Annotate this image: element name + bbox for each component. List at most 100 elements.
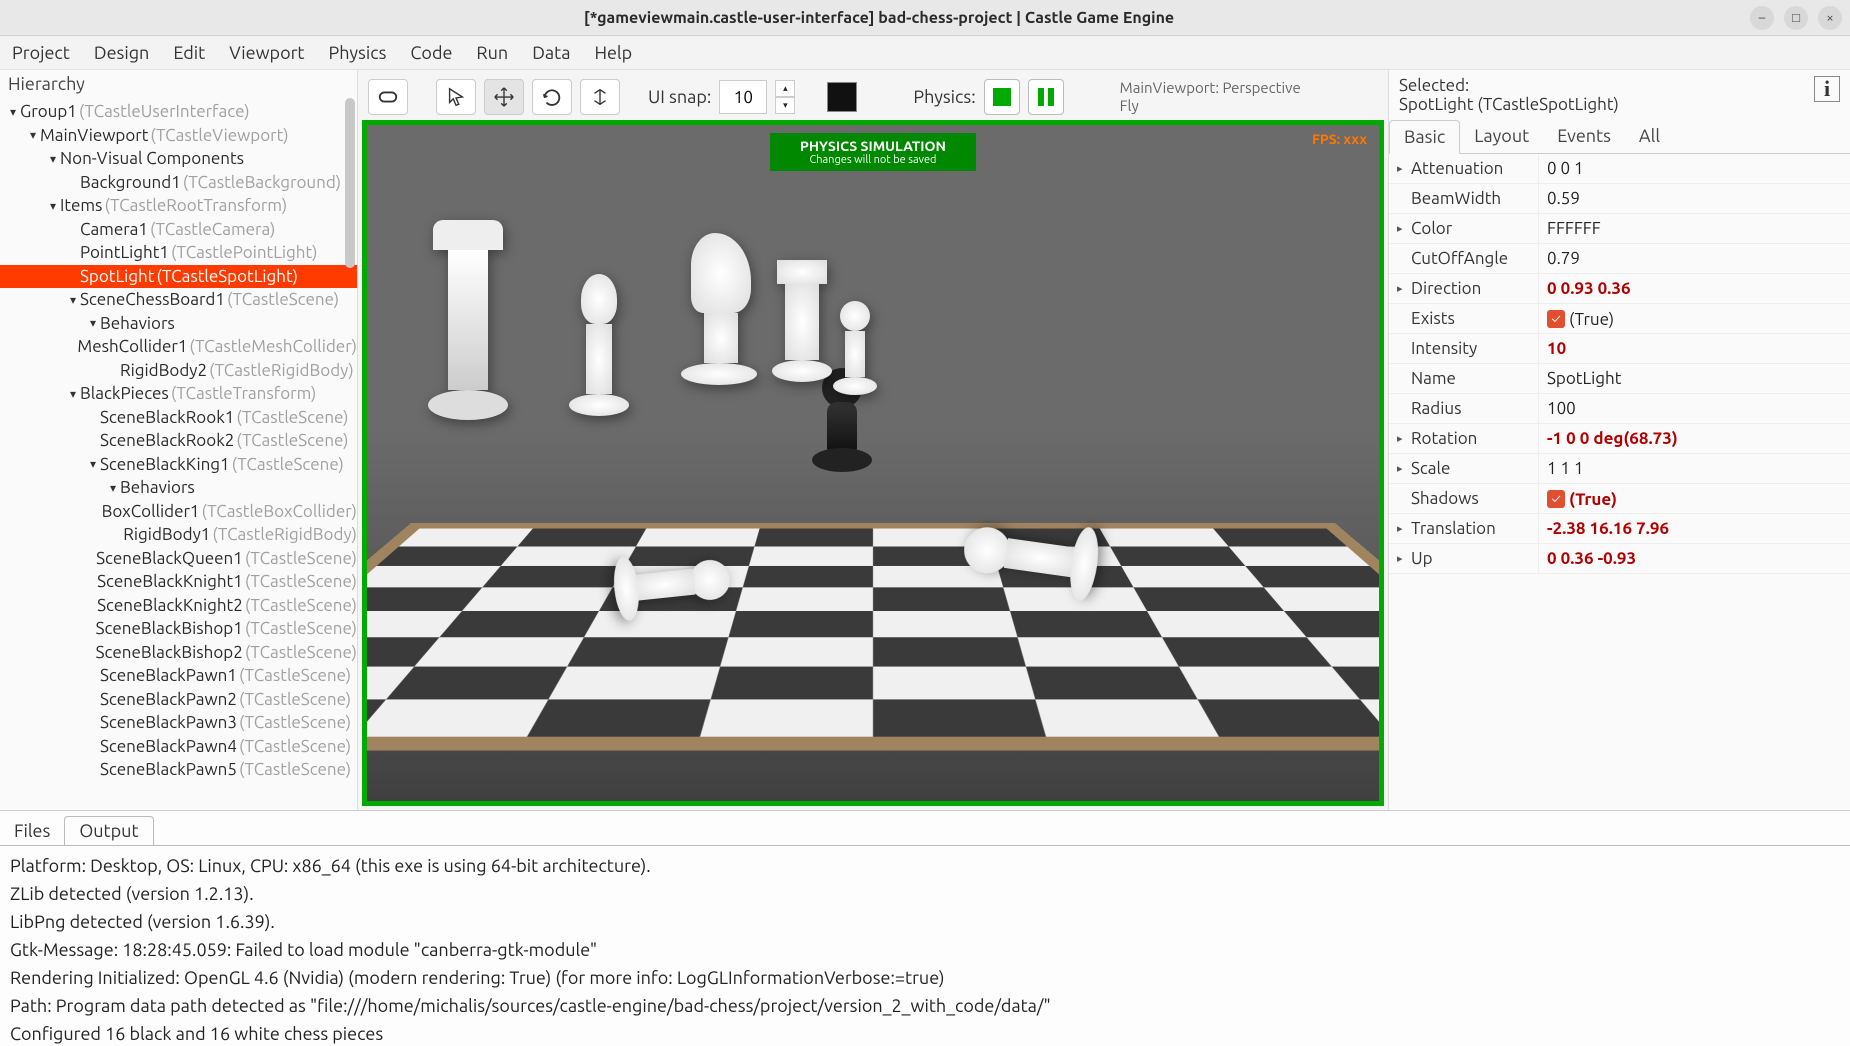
- menu-code[interactable]: Code: [410, 43, 452, 63]
- menu-data[interactable]: Data: [532, 43, 570, 63]
- prop-radius[interactable]: Radius100: [1389, 394, 1850, 424]
- tree-item-sceneblackknight2[interactable]: SceneBlackKnight2 (TCastleScene): [0, 594, 357, 618]
- bottom-tab-output[interactable]: Output: [64, 816, 153, 846]
- bottom-tabs: FilesOutput: [0, 811, 1850, 845]
- tree-item-sceneblackpawn5[interactable]: SceneBlackPawn5 (TCastleScene): [0, 758, 357, 782]
- white-pawn-piece: [833, 301, 877, 401]
- tree-item-background1[interactable]: Background1 (TCastleBackground): [0, 171, 357, 195]
- rotate-tool-button[interactable]: [532, 79, 572, 115]
- prop-cutoffangle[interactable]: CutOffAngle0.79: [1389, 244, 1850, 274]
- ui-snap-input[interactable]: [719, 80, 767, 114]
- prop-name[interactable]: NameSpotLight: [1389, 364, 1850, 394]
- selected-value: SpotLight (TCastleSpotLight): [1399, 95, 1814, 114]
- move-tool-button[interactable]: [484, 79, 524, 115]
- selected-label: Selected:: [1399, 76, 1814, 95]
- menu-physics[interactable]: Physics: [329, 43, 387, 63]
- tree-item-sceneblackrook1[interactable]: SceneBlackRook1 (TCastleScene): [0, 406, 357, 430]
- selection-rect-icon: [377, 86, 399, 108]
- center-panel: UI snap: ▴▾ Physics: MainViewport: Persp…: [358, 70, 1388, 810]
- tree-item-sceneblackbishop1[interactable]: SceneBlackBishop1 (TCastleScene): [0, 617, 357, 641]
- log-line: Gtk-Message: 18:28:45.059: Failed to loa…: [10, 936, 1840, 964]
- cursor-icon: [445, 86, 467, 108]
- log-line: Path: Program data path detected as "fil…: [10, 992, 1840, 1020]
- tree-item-non-visual components[interactable]: ▾Non-Visual Components: [0, 147, 357, 171]
- inspector-tab-events[interactable]: Events: [1543, 120, 1625, 153]
- inspector-panel: Selected: SpotLight (TCastleSpotLight) i…: [1388, 70, 1850, 810]
- output-log[interactable]: Platform: Desktop, OS: Linux, CPU: x86_6…: [0, 845, 1850, 1046]
- prop-exists[interactable]: Exists✓(True): [1389, 304, 1850, 334]
- bottom-panel: FilesOutput Platform: Desktop, OS: Linux…: [0, 810, 1850, 1046]
- rotate-icon: [541, 86, 563, 108]
- viewport-3d[interactable]: PHYSICS SIMULATION Changes will not be s…: [362, 120, 1384, 806]
- tree-item-pointlight1[interactable]: PointLight1 (TCastlePointLight): [0, 241, 357, 265]
- tree-item-meshcollider1[interactable]: MeshCollider1 (TCastleMeshCollider): [0, 335, 357, 359]
- scrollbar-thumb[interactable]: [345, 98, 355, 268]
- tree-item-sceneblackqueen1[interactable]: SceneBlackQueen1 (TCastleScene): [0, 547, 357, 571]
- color-chip[interactable]: [827, 82, 857, 112]
- tree-item-sceneblackpawn3[interactable]: SceneBlackPawn3 (TCastleScene): [0, 711, 357, 735]
- inspector-tabs: BasicLayoutEventsAll: [1389, 120, 1850, 154]
- hierarchy-tree[interactable]: ▾Group1 (TCastleUserInterface)▾MainViewp…: [0, 98, 357, 784]
- property-grid: ▸Attenuation0 0 1BeamWidth0.59▸ColorFFFF…: [1389, 154, 1850, 810]
- close-button[interactable]: ×: [1818, 6, 1842, 30]
- prop-direction[interactable]: ▸Direction0 0.93 0.36: [1389, 274, 1850, 304]
- menu-edit[interactable]: Edit: [173, 43, 205, 63]
- prop-intensity[interactable]: Intensity10: [1389, 334, 1850, 364]
- bottom-tab-files[interactable]: Files: [0, 817, 64, 845]
- white-king-piece: [428, 220, 508, 420]
- prop-scale[interactable]: ▸Scale1 1 1: [1389, 454, 1850, 484]
- log-line: Rendering Initialized: OpenGL 4.6 (Nvidi…: [10, 964, 1840, 992]
- maximize-button[interactable]: □: [1784, 6, 1808, 30]
- tree-item-sceneblackrook2[interactable]: SceneBlackRook2 (TCastleScene): [0, 429, 357, 453]
- prop-translation[interactable]: ▸Translation-2.38 16.16 7.96: [1389, 514, 1850, 544]
- menu-help[interactable]: Help: [594, 43, 632, 63]
- pause-icon: [1038, 88, 1054, 106]
- simulation-banner: PHYSICS SIMULATION Changes will not be s…: [770, 133, 976, 171]
- prop-up[interactable]: ▸Up0 0.36 -0.93: [1389, 544, 1850, 574]
- tree-item-group1[interactable]: ▾Group1 (TCastleUserInterface): [0, 100, 357, 124]
- inspector-tab-basic[interactable]: Basic: [1389, 120, 1460, 154]
- inspector-tab-layout[interactable]: Layout: [1460, 120, 1543, 153]
- selection-rect-button[interactable]: [368, 79, 408, 115]
- tree-item-items[interactable]: ▾Items (TCastleRootTransform): [0, 194, 357, 218]
- info-button[interactable]: i: [1814, 76, 1840, 102]
- menu-project[interactable]: Project: [12, 43, 70, 63]
- select-tool-button[interactable]: [436, 79, 476, 115]
- prop-shadows[interactable]: Shadows✓(True): [1389, 484, 1850, 514]
- prop-color[interactable]: ▸ColorFFFFFF: [1389, 214, 1850, 244]
- tree-item-sceneblackpawn1[interactable]: SceneBlackPawn1 (TCastleScene): [0, 664, 357, 688]
- menu-design[interactable]: Design: [94, 43, 149, 63]
- tree-item-sceneblackpawn2[interactable]: SceneBlackPawn2 (TCastleScene): [0, 688, 357, 712]
- stop-icon: [993, 88, 1011, 106]
- ui-snap-spinner[interactable]: ▴▾: [775, 80, 795, 114]
- tree-item-blackpieces[interactable]: ▾BlackPieces (TCastleTransform): [0, 382, 357, 406]
- tree-item-sceneblackking1[interactable]: ▾SceneBlackKing1 (TCastleScene): [0, 453, 357, 477]
- menu-viewport[interactable]: Viewport: [229, 43, 304, 63]
- tree-item-camera1[interactable]: Camera1 (TCastleCamera): [0, 218, 357, 242]
- tree-item-sceneblackpawn4[interactable]: SceneBlackPawn4 (TCastleScene): [0, 735, 357, 759]
- inspector-tab-all[interactable]: All: [1625, 120, 1674, 153]
- prop-attenuation[interactable]: ▸Attenuation0 0 1: [1389, 154, 1850, 184]
- tree-item-behaviors[interactable]: ▾Behaviors: [0, 312, 357, 336]
- tree-item-boxcollider1[interactable]: BoxCollider1 (TCastleBoxCollider): [0, 500, 357, 524]
- tree-item-rigidbody2[interactable]: RigidBody2 (TCastleRigidBody): [0, 359, 357, 383]
- tree-item-rigidbody1[interactable]: RigidBody1 (TCastleRigidBody): [0, 523, 357, 547]
- tree-item-spotlight[interactable]: SpotLight (TCastleSpotLight): [0, 265, 357, 289]
- tree-item-behaviors[interactable]: ▾Behaviors: [0, 476, 357, 500]
- log-line: LibPng detected (version 1.6.39).: [10, 908, 1840, 936]
- menu-run[interactable]: Run: [476, 43, 508, 63]
- prop-rotation[interactable]: ▸Rotation-1 0 0 deg(68.73): [1389, 424, 1850, 454]
- white-rook-piece: [772, 260, 832, 390]
- physics-pause-button[interactable]: [1028, 79, 1064, 115]
- tree-item-sceneblackknight1[interactable]: SceneBlackKnight1 (TCastleScene): [0, 570, 357, 594]
- prop-beamwidth[interactable]: BeamWidth0.59: [1389, 184, 1850, 214]
- tree-item-mainviewport[interactable]: ▾MainViewport (TCastleViewport): [0, 124, 357, 148]
- move-icon: [493, 86, 515, 108]
- physics-stop-button[interactable]: [984, 79, 1020, 115]
- window-title: [*gameviewmain.castle-user-interface] ba…: [8, 9, 1750, 27]
- scale-tool-button[interactable]: [580, 79, 620, 115]
- minimize-button[interactable]: –: [1750, 6, 1774, 30]
- tree-item-sceneblackbishop2[interactable]: SceneBlackBishop2 (TCastleScene): [0, 641, 357, 665]
- tree-item-scenechessboard1[interactable]: ▾SceneChessBoard1 (TCastleScene): [0, 288, 357, 312]
- navigation-info: MainViewport: Perspective Fly: [1120, 79, 1301, 115]
